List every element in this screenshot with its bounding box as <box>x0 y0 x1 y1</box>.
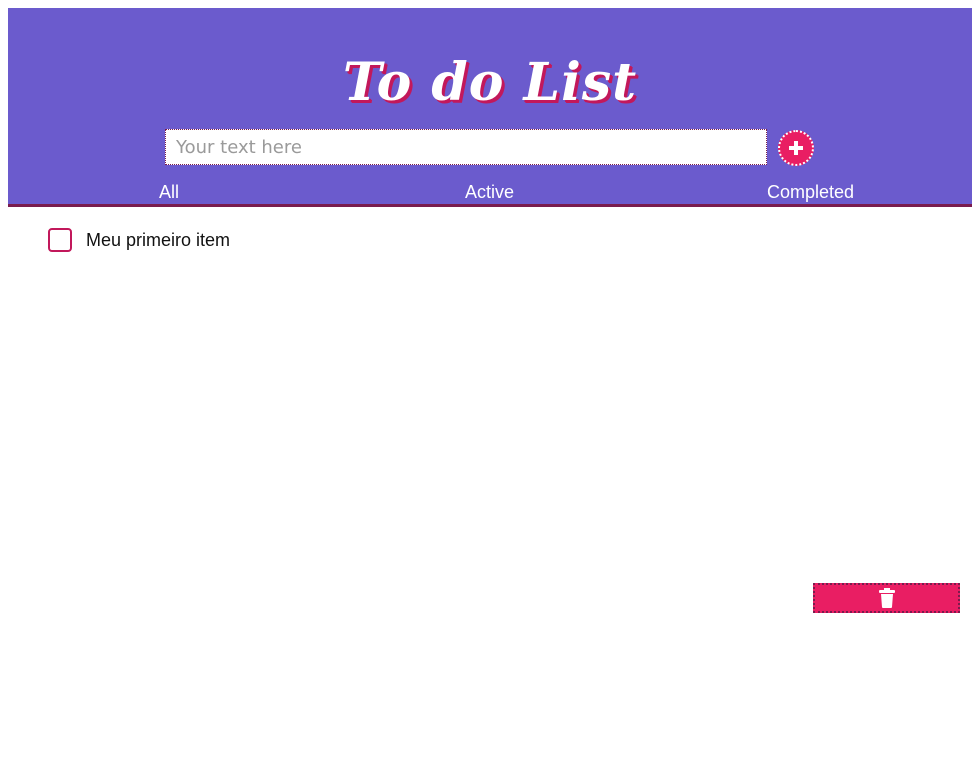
tab-completed[interactable]: Completed <box>767 180 854 204</box>
header: To do List All Active Completed <box>8 8 972 207</box>
delete-button[interactable] <box>813 583 960 613</box>
list-item: Meu primeiro item <box>48 228 948 252</box>
page-title: To do List <box>342 52 638 113</box>
tab-active[interactable]: Active <box>465 180 514 204</box>
filter-tabs: All Active Completed <box>8 180 972 204</box>
plus-icon <box>789 141 803 155</box>
todo-app: To do List All Active Completed Meu prim… <box>0 0 980 768</box>
trash-icon <box>878 588 895 608</box>
todo-list: Meu primeiro item <box>48 228 948 252</box>
task-input[interactable] <box>165 129 767 165</box>
tab-all[interactable]: All <box>159 180 179 204</box>
item-checkbox[interactable] <box>48 228 72 252</box>
add-button[interactable] <box>778 130 814 166</box>
item-label: Meu primeiro item <box>86 229 231 250</box>
